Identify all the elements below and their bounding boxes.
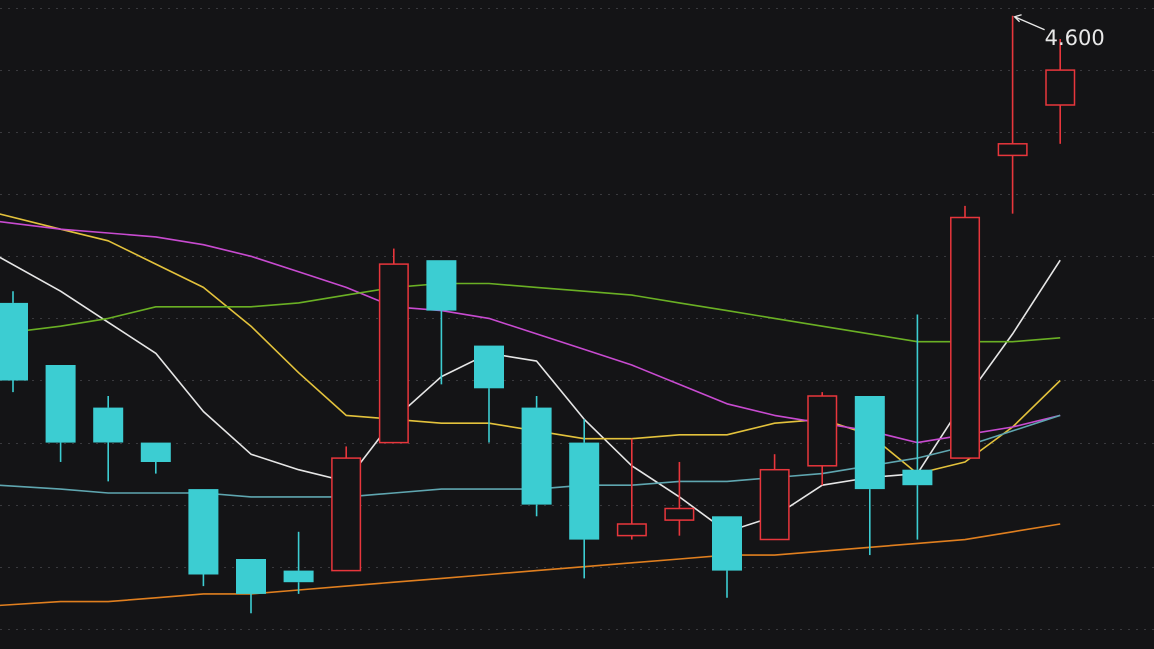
candle-body [759,468,790,541]
candle-body [521,407,552,505]
candle-body [378,263,409,444]
candle-0 [0,291,28,393]
chart-background [0,0,1154,649]
candle-body [997,143,1028,157]
candle-body [854,396,885,490]
candle-body [664,507,695,521]
candle-body [569,442,600,540]
candle-body [45,365,76,443]
candle-8 [378,248,409,444]
candle-4 [188,489,219,587]
candle-20 [950,205,981,459]
candle-7 [331,446,362,572]
candle-body [236,559,266,594]
high-price-label: 4.600 [1045,26,1105,50]
candlestick-chart: 4.600 [0,0,1154,649]
candle-body [93,407,124,443]
candle-body [140,442,171,462]
candle-body [950,216,981,459]
candle-body [283,570,314,583]
candle-body [807,395,838,467]
candle-body [188,489,219,575]
candle-body [712,516,742,571]
candle-body [474,345,504,389]
candle-body [0,302,28,381]
candle-11 [521,396,552,517]
candle-body [426,260,457,311]
candle-body [331,457,362,572]
candle-body [616,523,647,537]
candle-body [1045,69,1076,106]
candle-body [902,469,933,486]
